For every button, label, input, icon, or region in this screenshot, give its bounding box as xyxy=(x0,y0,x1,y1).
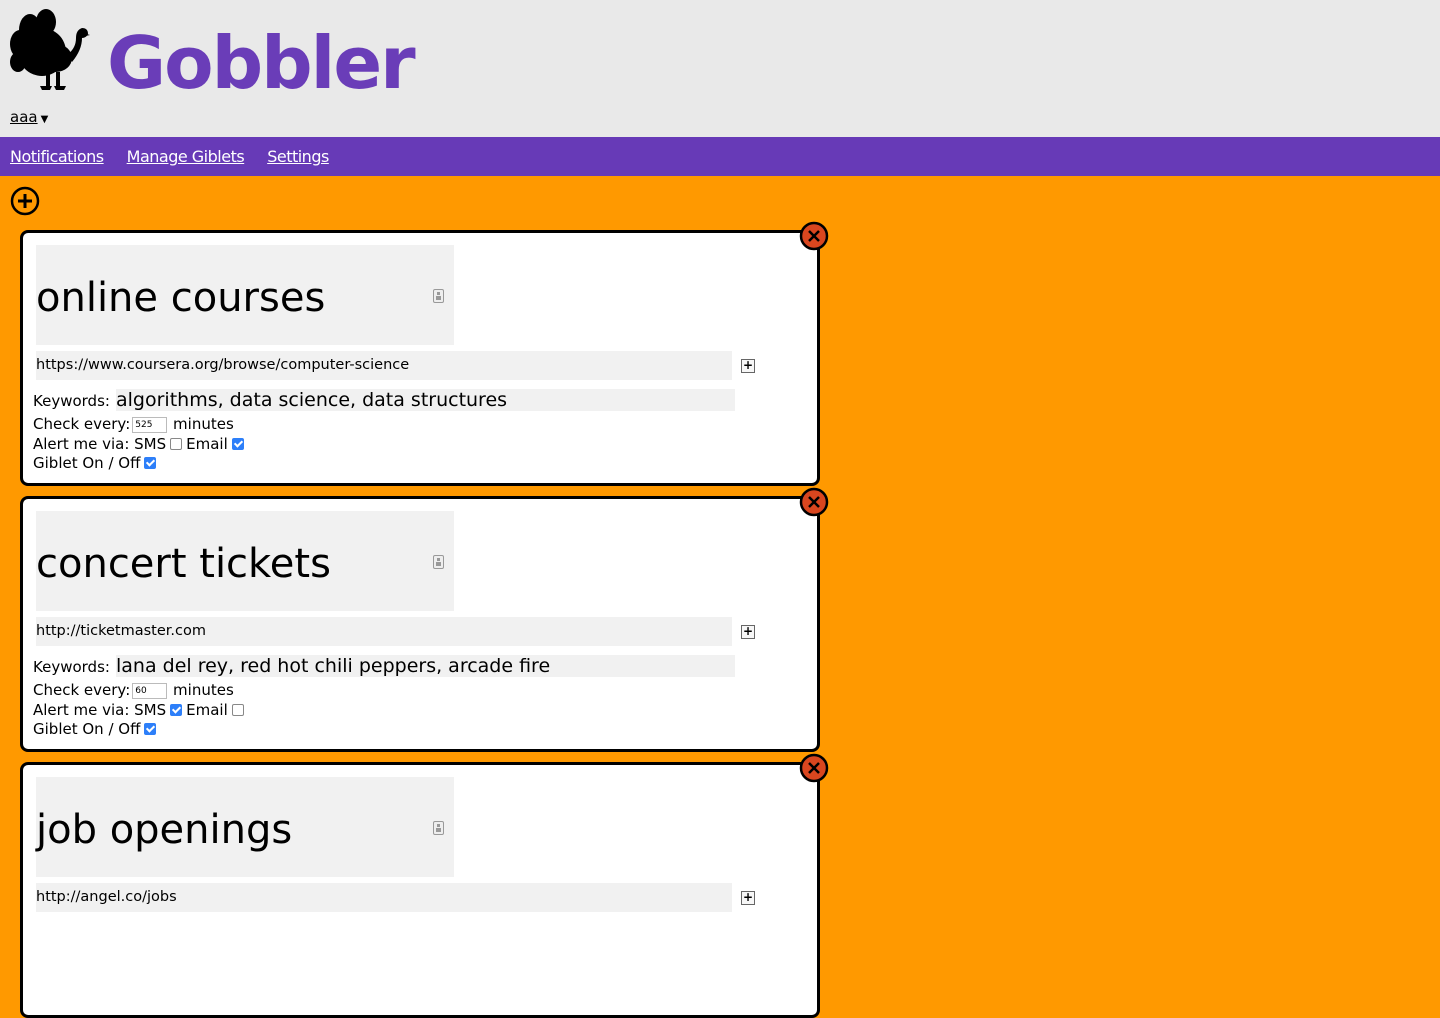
giblet-title: online courses xyxy=(36,275,326,321)
edit-icon[interactable] xyxy=(433,289,444,303)
email-label: Email xyxy=(186,701,228,719)
header: Gobbler aaa ▼ xyxy=(0,0,1440,137)
add-url-button[interactable]: + xyxy=(741,359,755,373)
edit-icon[interactable] xyxy=(433,821,444,835)
nav-bar: Notifications Manage Giblets Settings xyxy=(0,137,1440,176)
user-name: aaa xyxy=(10,108,38,126)
check-every-label: Check every: xyxy=(33,415,131,433)
nav-notifications[interactable]: Notifications xyxy=(10,147,104,166)
giblet-enabled-checkbox[interactable] xyxy=(144,722,157,735)
check-every-label: Check every: xyxy=(33,681,131,699)
app-brand: Gobbler xyxy=(107,21,416,105)
giblet-url-input[interactable]: http://ticketmaster.com xyxy=(36,617,732,646)
keywords-label: Keywords: xyxy=(33,658,110,676)
minutes-label: minutes xyxy=(173,681,234,699)
edit-icon[interactable] xyxy=(433,555,444,569)
check-interval-input[interactable]: 525 xyxy=(132,416,168,433)
nav-manage-giblets[interactable]: Manage Giblets xyxy=(127,147,245,166)
chevron-down-icon: ▼ xyxy=(40,114,49,125)
check-every-row: Check every: 60 minutes xyxy=(33,681,234,700)
add-url-button[interactable]: + xyxy=(741,891,755,905)
keywords-label: Keywords: xyxy=(33,392,110,410)
toggle-row: Giblet On / Off xyxy=(33,454,160,473)
keywords-row: Keywords: algorithms, data science, data… xyxy=(33,389,735,412)
email-checkbox[interactable] xyxy=(231,437,244,450)
delete-giblet-button[interactable] xyxy=(799,221,829,251)
giblet-toggle-label: Giblet On / Off xyxy=(33,454,141,472)
sms-checkbox[interactable] xyxy=(170,437,183,450)
keywords-input[interactable]: algorithms, data science, data structure… xyxy=(116,389,735,411)
delete-giblet-button[interactable] xyxy=(799,753,829,783)
minutes-label: minutes xyxy=(173,415,234,433)
check-every-row: Check every: 525 minutes xyxy=(33,415,234,434)
sms-checkbox[interactable] xyxy=(170,703,183,716)
giblet-title-box[interactable]: concert tickets xyxy=(36,511,454,611)
alert-via-label: Alert me via: SMS xyxy=(33,701,167,719)
alert-row: Alert me via: SMS Email xyxy=(33,435,248,454)
keywords-row: Keywords: lana del rey, red hot chili pe… xyxy=(33,655,735,678)
giblet-title-box[interactable]: job openings xyxy=(36,777,454,877)
giblet-title: concert tickets xyxy=(36,541,331,587)
giblet-enabled-checkbox[interactable] xyxy=(144,456,157,469)
keywords-input[interactable]: lana del rey, red hot chili peppers, arc… xyxy=(116,655,735,677)
giblet-card: job openings http://angel.co/jobs + xyxy=(20,753,829,1018)
giblet-card: online courses https://www.coursera.org/… xyxy=(20,221,829,486)
add-giblet-button[interactable] xyxy=(10,186,40,216)
giblet-toggle-label: Giblet On / Off xyxy=(33,720,141,738)
giblet-title-box[interactable]: online courses xyxy=(36,245,454,345)
alert-row: Alert me via: SMS Email xyxy=(33,701,248,720)
giblet-url-input[interactable]: http://angel.co/jobs xyxy=(36,883,732,912)
giblet-url-input[interactable]: https://www.coursera.org/browse/computer… xyxy=(36,351,732,380)
check-interval-input[interactable]: 60 xyxy=(132,682,168,699)
giblet-title: job openings xyxy=(36,807,293,853)
nav-settings[interactable]: Settings xyxy=(267,147,329,166)
toggle-row: Giblet On / Off xyxy=(33,720,160,739)
email-label: Email xyxy=(186,435,228,453)
alert-via-label: Alert me via: SMS xyxy=(33,435,167,453)
email-checkbox[interactable] xyxy=(231,703,244,716)
turkey-icon xyxy=(10,9,90,90)
giblet-card: concert tickets http://ticketmaster.com … xyxy=(20,487,829,752)
delete-giblet-button[interactable] xyxy=(799,487,829,517)
user-menu[interactable]: aaa ▼ xyxy=(10,108,48,126)
add-url-button[interactable]: + xyxy=(741,625,755,639)
